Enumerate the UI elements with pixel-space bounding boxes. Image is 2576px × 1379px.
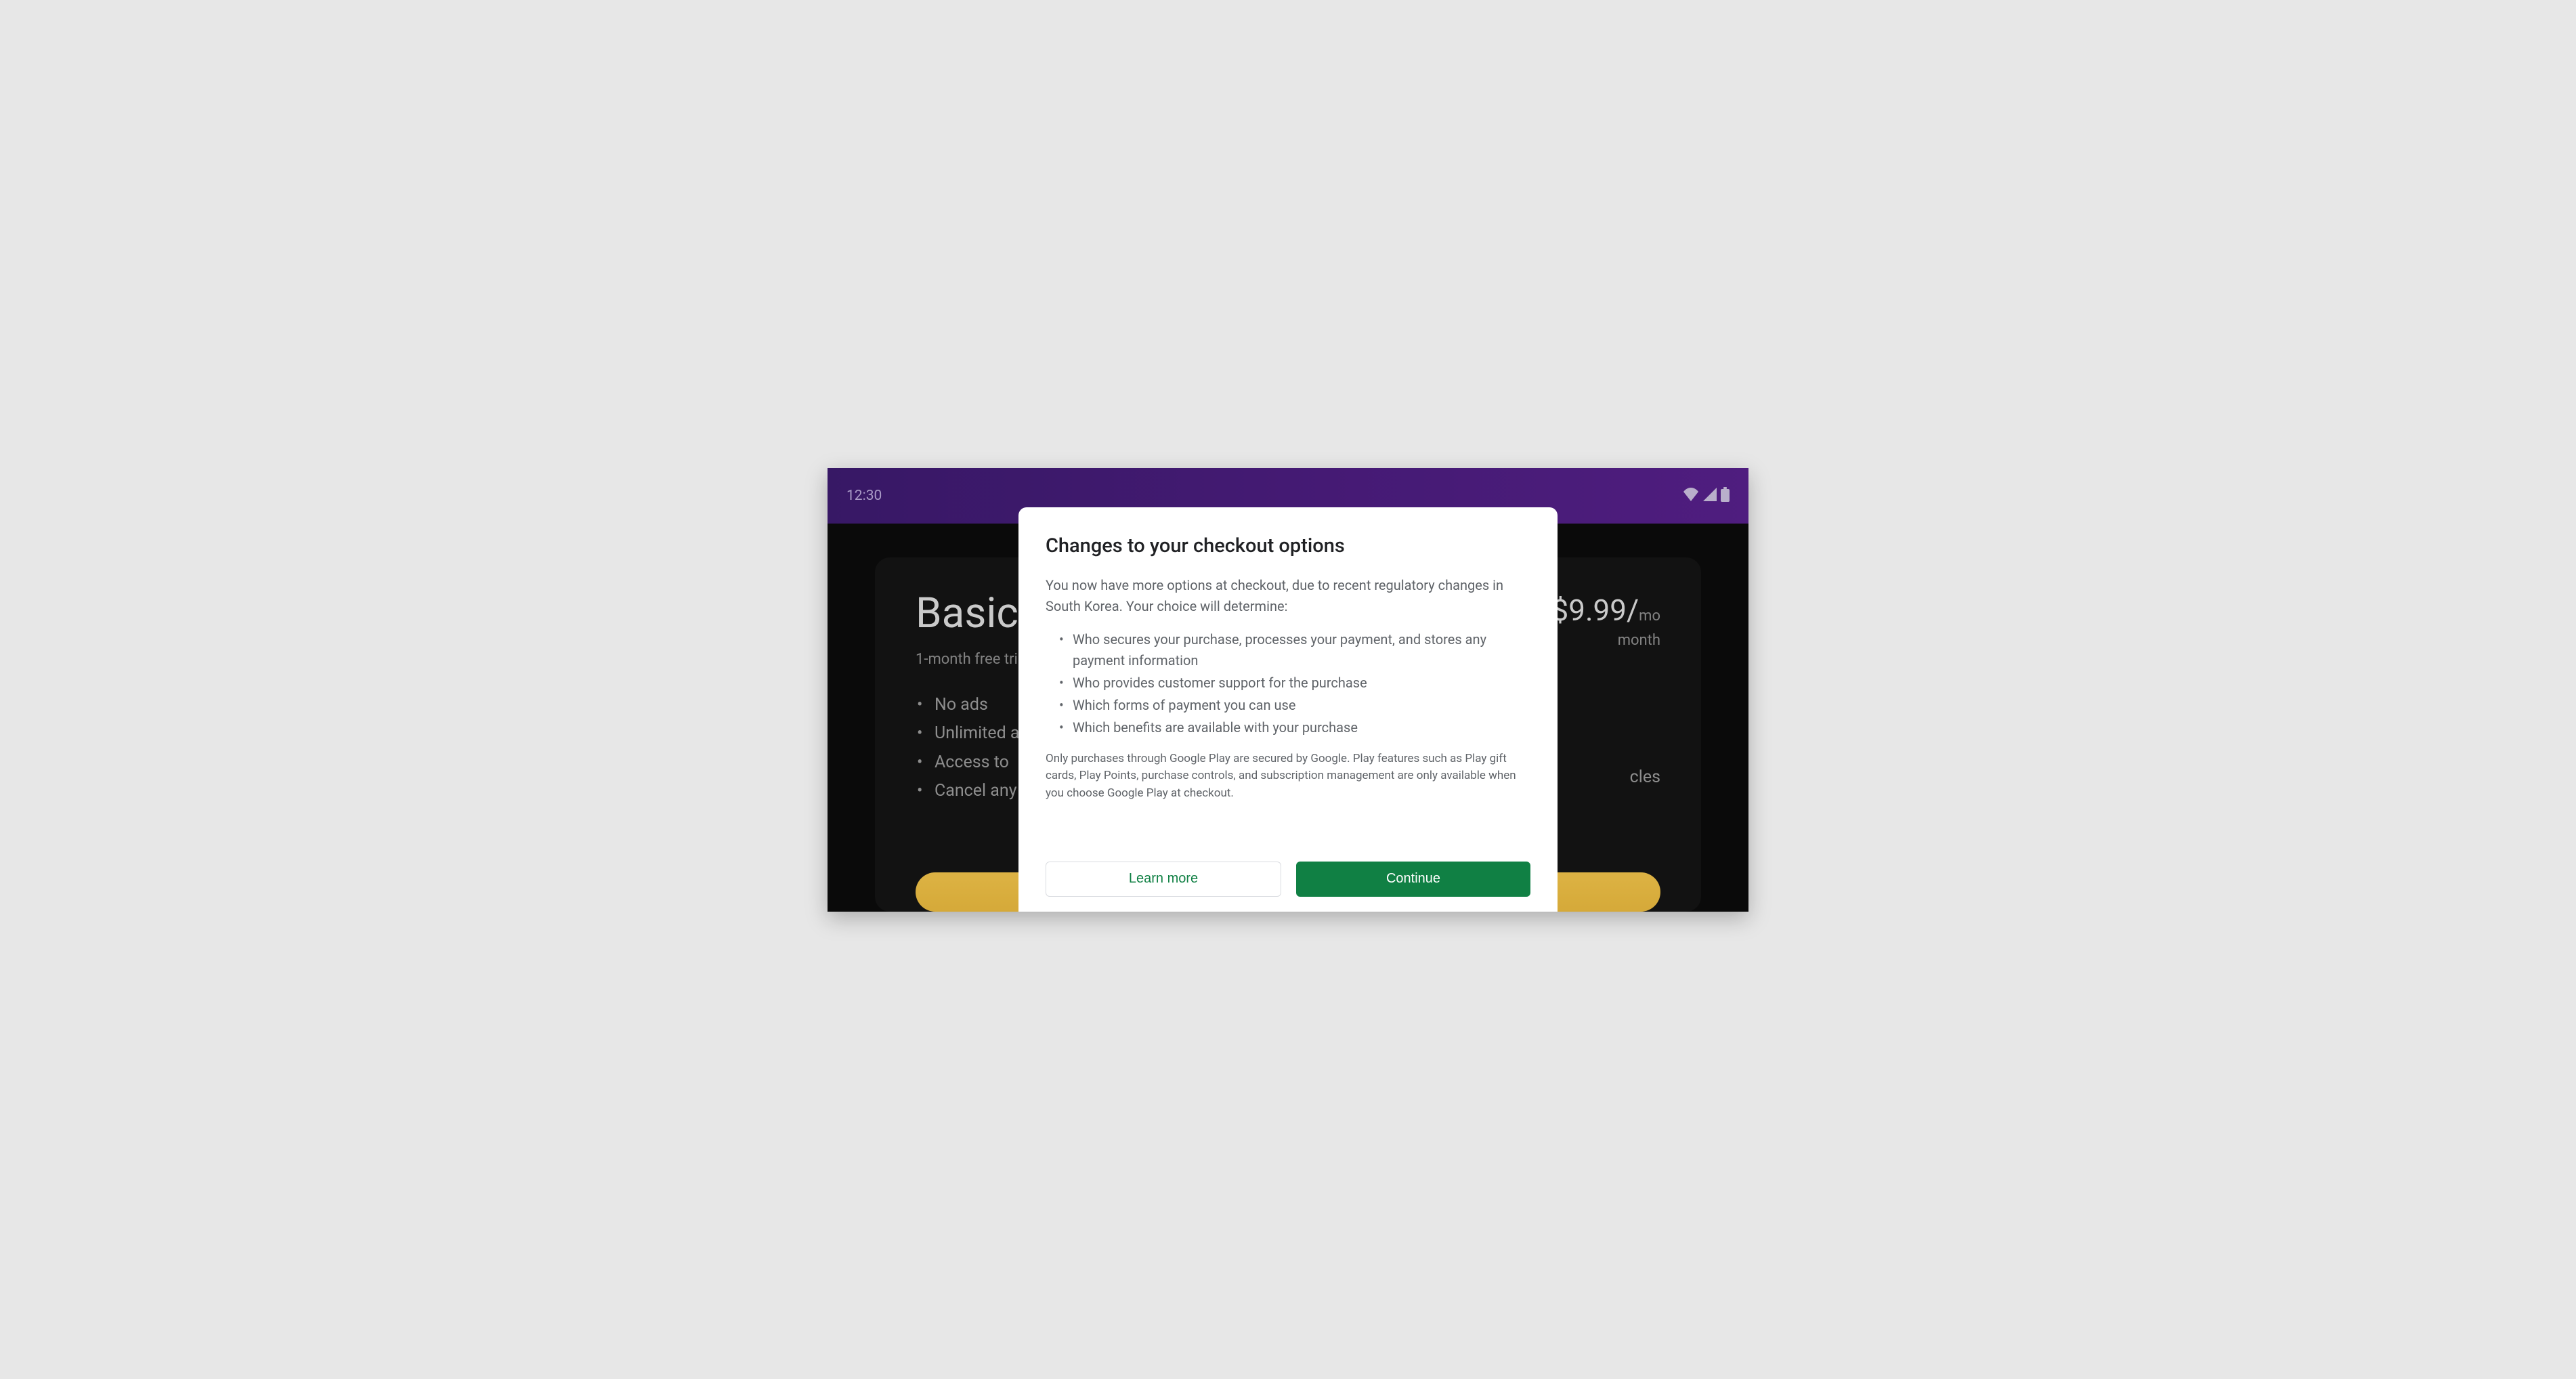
device-frame: 12:30 Basic 1-month free trial $ bbox=[828, 468, 1748, 912]
checkout-options-modal: Changes to your checkout options You now… bbox=[1018, 507, 1558, 912]
modal-bullet: Who secures your purchase, processes you… bbox=[1056, 629, 1530, 671]
modal-bullets: Who secures your purchase, processes you… bbox=[1056, 629, 1530, 738]
modal-bullet: Who provides customer support for the pu… bbox=[1056, 673, 1530, 694]
modal-body: You now have more options at checkout, d… bbox=[1046, 575, 1530, 845]
modal-title: Changes to your checkout options bbox=[1046, 534, 1530, 557]
modal-actions: Learn more Continue bbox=[1046, 862, 1530, 897]
modal-bullet: Which benefits are available with your p… bbox=[1056, 717, 1530, 738]
modal-footnote: Only purchases through Google Play are s… bbox=[1046, 750, 1530, 803]
modal-intro-text: You now have more options at checkout, d… bbox=[1046, 575, 1530, 617]
learn-more-button[interactable]: Learn more bbox=[1046, 862, 1281, 897]
modal-bullet: Which forms of payment you can use bbox=[1056, 695, 1530, 716]
continue-button[interactable]: Continue bbox=[1296, 862, 1530, 897]
